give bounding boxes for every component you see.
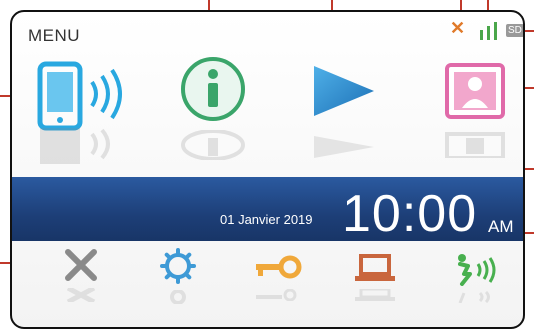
play-icon-reflection bbox=[312, 136, 376, 158]
laptop-icon-reflection bbox=[354, 287, 396, 302]
ampm-label: AM bbox=[488, 217, 514, 236]
device-button[interactable] bbox=[354, 254, 396, 282]
close-icon bbox=[65, 249, 97, 281]
close-button[interactable] bbox=[62, 248, 100, 282]
mute-status-icon: ✕ bbox=[450, 18, 466, 38]
info-icon bbox=[181, 57, 245, 121]
play-app-button[interactable] bbox=[312, 64, 376, 118]
voice-icon bbox=[458, 254, 496, 286]
menu-title: MENU bbox=[28, 26, 81, 45]
time-label: 10:00 bbox=[342, 185, 478, 243]
sd-card-icon: SD bbox=[506, 24, 523, 37]
gear-icon bbox=[160, 248, 196, 284]
info-icon-reflection bbox=[180, 129, 246, 161]
settings-button[interactable] bbox=[160, 248, 196, 284]
close-icon-reflection bbox=[62, 285, 100, 305]
signal-icon bbox=[480, 22, 497, 40]
laptop-icon bbox=[355, 254, 395, 281]
phone-icon-reflection bbox=[34, 124, 134, 164]
contacts-app-button[interactable] bbox=[444, 62, 506, 120]
date-label: 01 Janvier 2019 bbox=[220, 212, 313, 227]
menu-screen: MENU ✕ SD 01 Janvier 2019 10:00 AM bbox=[10, 10, 525, 329]
contacts-icon bbox=[445, 63, 505, 119]
gear-icon-reflection bbox=[160, 289, 196, 305]
voice-button[interactable] bbox=[452, 252, 498, 286]
info-app-button[interactable] bbox=[180, 56, 246, 122]
key-icon bbox=[256, 255, 302, 279]
key-icon-reflection bbox=[254, 288, 302, 302]
voice-icon-reflection bbox=[452, 290, 498, 304]
play-icon bbox=[314, 66, 374, 116]
contacts-icon-reflection bbox=[444, 132, 506, 160]
key-button[interactable] bbox=[254, 254, 302, 280]
